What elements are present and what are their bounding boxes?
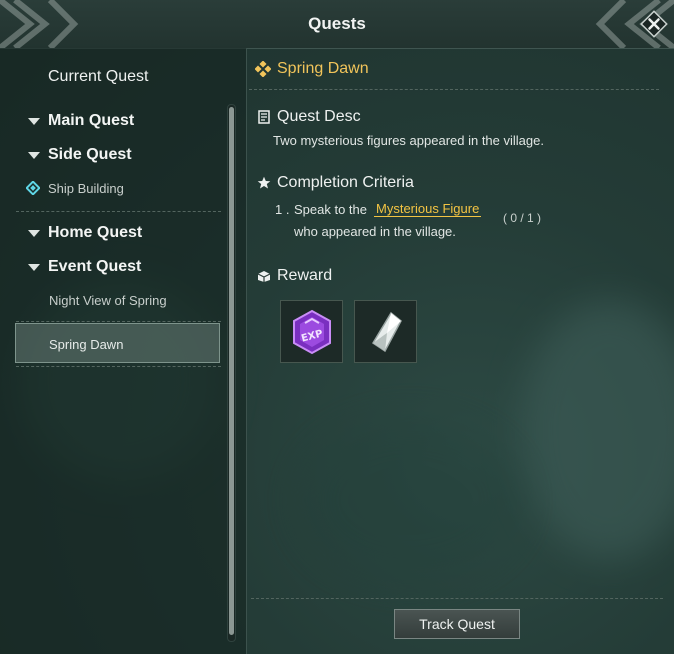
scrollbar-thumb[interactable]: [229, 107, 234, 635]
category-side-quest[interactable]: Side Quest: [0, 144, 222, 166]
mysterious-figure-link[interactable]: Mysterious Figure: [374, 201, 482, 217]
quest-item-ship-building[interactable]: Ship Building: [0, 178, 222, 198]
track-quest-button[interactable]: Track Quest: [394, 609, 520, 639]
expand-arrow-icon: [28, 229, 40, 237]
reward-heading: Reward: [257, 267, 332, 285]
title-bar: Quests: [0, 0, 674, 49]
quest-item-label: Ship Building: [48, 180, 124, 196]
category-main-quest[interactable]: Main Quest: [0, 110, 222, 132]
quest-item-night-view-of-spring[interactable]: Night View of Spring: [0, 290, 222, 310]
divider: [16, 211, 221, 212]
close-icon: [640, 10, 668, 38]
criteria-target: Mysterious Figure: [374, 201, 482, 217]
current-quest-label: Current Quest: [48, 68, 149, 85]
reward-box-icon: [257, 269, 271, 283]
quest-desc-text: Two mysterious figures appeared in the v…: [273, 133, 544, 148]
quest-item-label: Night View of Spring: [49, 292, 167, 308]
divider: [16, 366, 221, 367]
quest-title: Spring Dawn: [255, 60, 369, 78]
current-quest-item[interactable]: Current Quest: [0, 66, 222, 88]
quest-detail-panel: Spring Dawn Quest Desc Two mysterious fi…: [247, 48, 674, 654]
sidebar-scrollbar[interactable]: [227, 104, 236, 642]
window-title: Quests: [308, 14, 366, 33]
category-label: Side Quest: [48, 146, 132, 163]
active-quest-diamond-icon: [26, 181, 40, 195]
reward-slot-shard[interactable]: [354, 300, 417, 363]
silver-shard-icon: [371, 311, 402, 352]
reward-slot-exp[interactable]: EXP: [280, 300, 343, 363]
criteria-number: 1 .: [275, 202, 290, 217]
divider: [251, 598, 663, 599]
quest-desc-heading: Quest Desc: [257, 108, 361, 126]
close-button[interactable]: [640, 10, 668, 38]
quest-title-text: Spring Dawn: [277, 60, 369, 77]
divider: [249, 89, 659, 90]
heading-text: Reward: [277, 267, 333, 284]
quest-marker-icon: [255, 61, 271, 77]
expand-arrow-icon: [28, 151, 40, 159]
category-label: Event Quest: [48, 258, 142, 275]
heading-text: Quest Desc: [277, 108, 361, 125]
category-label: Home Quest: [48, 224, 143, 241]
category-event-quest[interactable]: Event Quest: [0, 256, 222, 278]
criteria-text-after: who appeared in the village.: [294, 224, 456, 239]
divider: [16, 321, 221, 322]
track-quest-label: Track Quest: [419, 616, 495, 632]
criteria-text-before: Speak to the: [294, 202, 367, 217]
expand-arrow-icon: [28, 117, 40, 125]
exp-crystal-icon: EXP: [292, 309, 331, 354]
category-label: Main Quest: [48, 112, 135, 129]
quest-item-spring-dawn[interactable]: Spring Dawn: [0, 334, 222, 354]
document-icon: [257, 110, 271, 124]
heading-text: Completion Criteria: [277, 174, 414, 191]
completion-criteria-heading: Completion Criteria: [257, 174, 414, 192]
quest-item-label: Spring Dawn: [49, 336, 124, 352]
category-home-quest[interactable]: Home Quest: [0, 222, 222, 244]
criteria-progress: ( 0 / 1 ): [503, 211, 542, 225]
quest-category-sidebar: Current Quest Main Quest Side Quest Ship…: [0, 48, 247, 654]
expand-arrow-icon: [28, 263, 40, 271]
star-icon: [257, 176, 271, 190]
